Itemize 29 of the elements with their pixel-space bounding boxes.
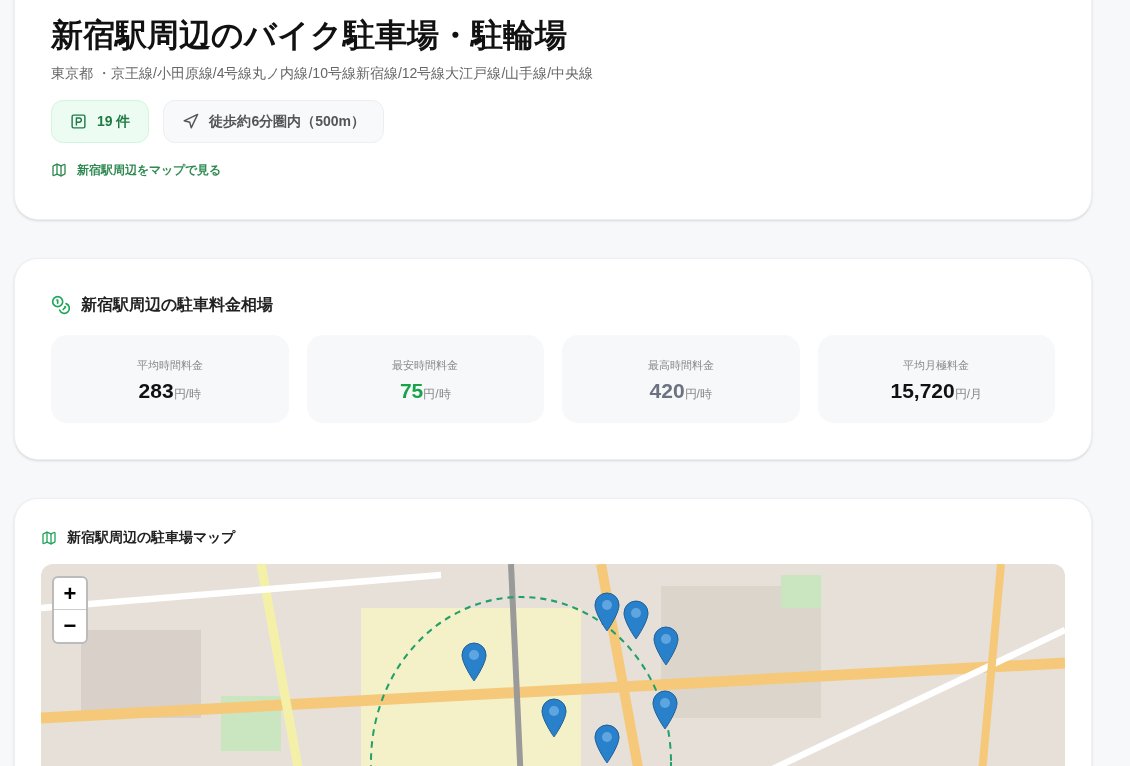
map-icon [51, 162, 67, 178]
map-pin-icon[interactable] [594, 592, 620, 632]
count-badge: 19 件 [51, 100, 150, 143]
parking-icon [70, 113, 87, 130]
map-pin-icon[interactable] [623, 600, 649, 640]
page-title: 新宿駅周辺のバイク駐車場・駐輪場 [51, 16, 568, 55]
map-link[interactable]: 新宿駅周辺をマップで見る [51, 161, 221, 179]
map-pin-icon[interactable] [653, 626, 679, 666]
stat-label: 平均時間料金 [136, 358, 203, 374]
stat-label: 平均月極料金 [903, 358, 970, 374]
map-icon [41, 529, 57, 546]
stat-label: 最高時間料金 [647, 358, 714, 374]
stat-value: 283円/時 [138, 379, 201, 401]
stat-value: 75円/時 [399, 379, 451, 401]
zoom-in-button[interactable]: + [54, 578, 86, 610]
stat-value: 420円/時 [649, 379, 712, 401]
map-pin-icon[interactable] [652, 690, 678, 730]
map-pin-icon[interactable] [594, 724, 620, 764]
stat-value: 15,720円/月 [890, 379, 983, 401]
station-lines: 東京都 ・京王線/小田原線/4号線丸ノ内線/10号線新宿線/12号線大江戸線/山手線/中央線 [51, 64, 595, 83]
walk-badge: 徒歩約6分圏内（500m） [163, 100, 385, 143]
map-pin-icon[interactable] [461, 642, 487, 682]
zoom-out-button[interactable]: − [54, 610, 86, 642]
map-pin-icon[interactable] [541, 698, 567, 738]
coins-icon [51, 295, 71, 315]
stat-label: 最安時間料金 [392, 358, 459, 374]
price-title: 新宿駅周辺の駐車料金相場 [81, 295, 273, 315]
map-title: 新宿駅周辺の駐車場マップ [67, 528, 235, 547]
navigation-icon [182, 113, 200, 130]
